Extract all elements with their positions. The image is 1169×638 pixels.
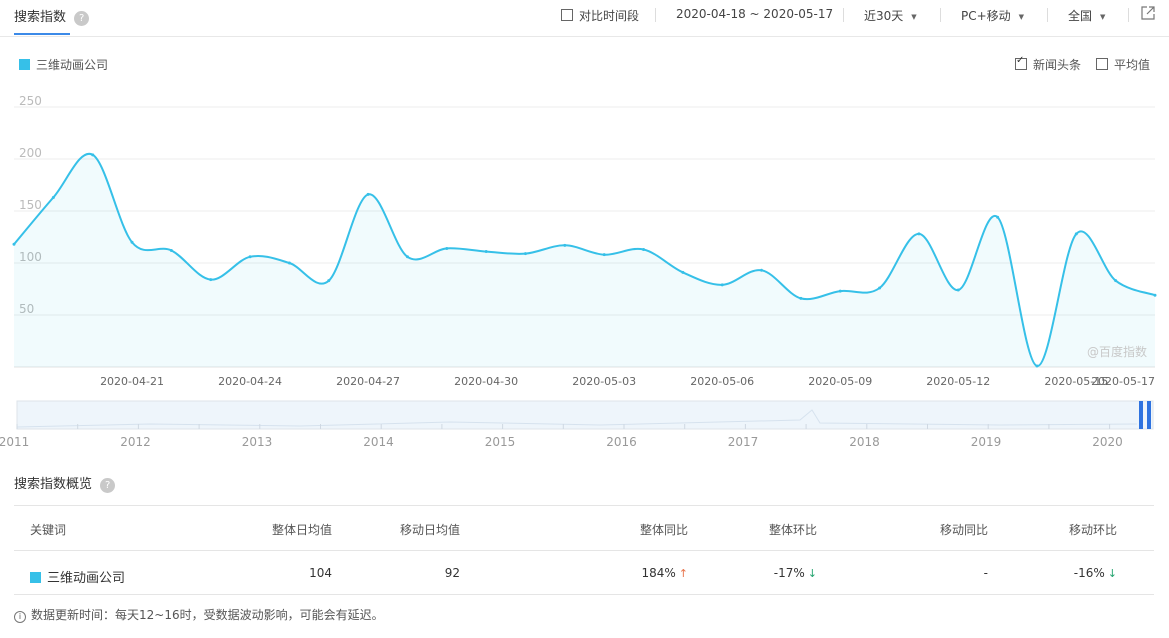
data-point[interactable]: [484, 250, 488, 254]
timeline-year-label: 2012: [120, 435, 151, 449]
y-tick-label: 250: [19, 94, 42, 108]
x-tick-label: 2020-05-06: [690, 375, 754, 388]
data-point[interactable]: [956, 288, 960, 292]
x-tick-label: 2020-04-24: [218, 375, 282, 388]
timeline-year-label: 2015: [485, 435, 516, 449]
data-point[interactable]: [1035, 364, 1039, 368]
data-point[interactable]: [523, 252, 527, 256]
timeline-year-label: 2019: [971, 435, 1002, 449]
data-point[interactable]: [366, 192, 370, 196]
data-point[interactable]: [720, 283, 724, 287]
update-note: i 数据更新时间：每天12~16时，受数据波动影响，可能会有延迟。: [14, 606, 384, 623]
arrow-down-icon: ↓: [1107, 567, 1117, 580]
x-axis-ticks: 2020-04-21 2020-04-24 2020-04-27 2020-04-30…: [100, 375, 1155, 388]
data-point[interactable]: [681, 270, 685, 274]
data-point[interactable]: [327, 279, 331, 283]
timeline-handle-right[interactable]: [1147, 401, 1151, 429]
row-mobile-avg: 92: [444, 566, 460, 580]
row-keyword: 三维动画公司: [30, 567, 125, 586]
timeline-year-label: 2013: [242, 435, 273, 449]
table-row: 三维动画公司 104 92 184% ↑ -17% ↓ - -16% ↓: [0, 551, 1169, 594]
x-tick-label: 2020-04-21: [100, 375, 164, 388]
row-keyword-label: 三维动画公司: [47, 571, 126, 586]
timeline-year-label: 2014: [363, 435, 394, 449]
y-tick-label: 200: [19, 146, 42, 160]
x-tick-label: 2020-05-12: [926, 375, 990, 388]
data-point[interactable]: [51, 195, 55, 199]
data-point[interactable]: [248, 255, 252, 259]
y-tick-label: 150: [19, 198, 42, 212]
overview-title: 搜索指数概览 ?: [14, 473, 116, 493]
data-point[interactable]: [130, 240, 134, 244]
overview-title-label: 搜索指数概览: [14, 477, 93, 492]
col-overall-yoy: 整体同比: [639, 523, 688, 537]
timeline-year-label: 2011: [0, 435, 29, 449]
data-point[interactable]: [563, 243, 567, 247]
col-keyword: 关键词: [30, 523, 67, 537]
timeline-year-label: 2018: [849, 435, 880, 449]
row-overall-yoy-value: 184%: [641, 566, 676, 580]
update-note-text: 数据更新时间：每天12~16时，受数据波动影响，可能会有延迟。: [31, 608, 384, 622]
col-overall-avg: 整体日均值: [271, 523, 332, 537]
data-point[interactable]: [445, 246, 449, 250]
data-point[interactable]: [642, 247, 646, 251]
data-point[interactable]: [760, 268, 764, 272]
arrow-down-icon: ↓: [807, 567, 817, 580]
data-point[interactable]: [996, 215, 1000, 219]
row-mobile-mom: -16% ↓: [1017, 566, 1117, 580]
arrow-up-icon: ↑: [678, 567, 688, 580]
timeline-year-label: 2020: [1092, 435, 1123, 449]
x-tick-label: 2020-05-03: [572, 375, 636, 388]
timeline-year-label: 2016: [606, 435, 637, 449]
timeline-year-label: 2017: [728, 435, 759, 449]
data-point[interactable]: [287, 261, 291, 265]
info-icon: i: [14, 611, 26, 623]
row-overall-yoy: 184% ↑: [588, 566, 688, 580]
divider: [14, 505, 1154, 506]
row-mobile-yoy: -: [983, 566, 988, 580]
watermark: @百度指数: [1087, 344, 1147, 359]
row-overall-mom: -17% ↓: [717, 566, 817, 580]
data-point[interactable]: [1074, 232, 1078, 236]
row-mobile-mom-value: -16%: [1073, 566, 1105, 580]
col-mobile-mom: 移动环比: [1068, 523, 1117, 537]
divider: [14, 594, 1154, 595]
data-point[interactable]: [1114, 279, 1118, 283]
help-icon[interactable]: ?: [100, 478, 116, 493]
data-point[interactable]: [169, 249, 173, 253]
data-point[interactable]: [917, 232, 921, 236]
data-point[interactable]: [799, 296, 803, 300]
data-point[interactable]: [878, 286, 882, 290]
data-point[interactable]: [12, 242, 16, 246]
row-overall-avg: 104: [309, 566, 332, 580]
data-point[interactable]: [838, 289, 842, 293]
col-mobile-avg: 移动日均值: [399, 523, 460, 537]
col-mobile-yoy: 移动同比: [939, 523, 988, 537]
series-color-swatch: [30, 572, 41, 583]
data-point[interactable]: [1153, 293, 1157, 297]
data-point[interactable]: [91, 153, 95, 157]
data-point[interactable]: [405, 255, 409, 259]
x-tick-label: 2020-05-09: [808, 375, 872, 388]
x-tick-label: 2020-04-30: [454, 375, 518, 388]
row-overall-mom-value: -17%: [773, 566, 805, 580]
col-overall-mom: 整体环比: [768, 523, 817, 537]
search-index-chart[interactable]: 25020015010050 2020-04-21 2020-04-24 2020-…: [0, 0, 1169, 460]
data-point[interactable]: [602, 253, 606, 257]
x-tick-label: 2020-04-27: [336, 375, 400, 388]
timeline-handle-left[interactable]: [1139, 401, 1143, 429]
x-tick-label: 2020-05-17: [1091, 375, 1155, 388]
data-point[interactable]: [209, 278, 213, 282]
